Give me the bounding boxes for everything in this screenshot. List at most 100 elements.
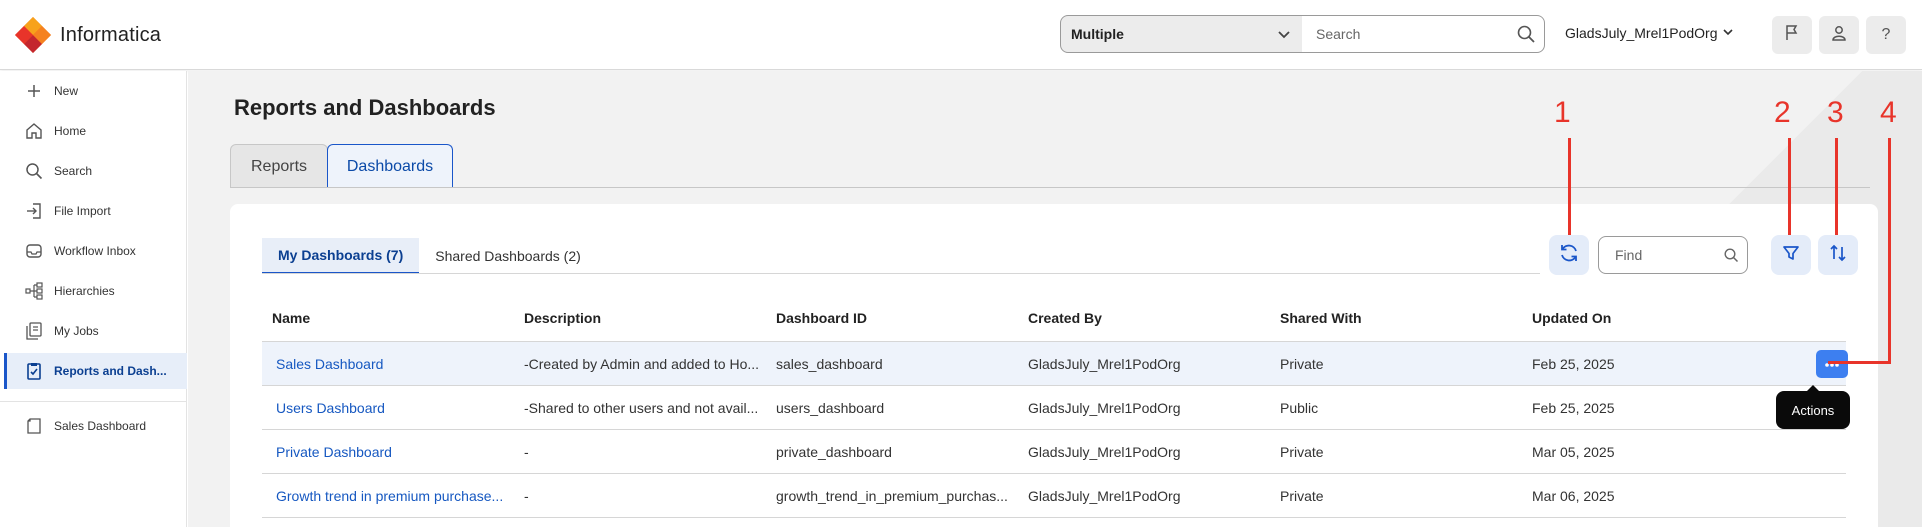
scope-value: Multiple xyxy=(1071,26,1124,42)
sidebar-item-label: File Import xyxy=(54,204,111,218)
table-row[interactable]: Sales Dashboard -Created by Admin and ad… xyxy=(262,342,1848,386)
file-import-icon xyxy=(24,201,44,221)
sidebar-item-file-import[interactable]: File Import xyxy=(4,193,187,229)
annotation-number: 4 xyxy=(1880,96,1897,129)
sidebar-item-label: Workflow Inbox xyxy=(54,244,136,258)
dashboards-table: Name Description Dashboard ID Created By… xyxy=(262,294,1848,518)
dashboard-created-by: GladsJuly_Mrel1PodOrg xyxy=(1028,399,1181,416)
hierarchy-icon xyxy=(24,281,44,301)
dashboard-created-by: GladsJuly_Mrel1PodOrg xyxy=(1028,443,1181,460)
column-header-dashboard-id[interactable]: Dashboard ID xyxy=(766,310,1018,326)
dashboard-shared-with: Private xyxy=(1280,443,1324,460)
dashboard-name-link[interactable]: Private Dashboard xyxy=(262,444,514,460)
flag-icon xyxy=(1783,24,1801,47)
dashboard-created-by: GladsJuly_Mrel1PodOrg xyxy=(1028,487,1181,504)
annotation-line xyxy=(1568,138,1571,235)
dashboard-name-link[interactable]: Growth trend in premium purchase... xyxy=(262,488,514,504)
tab-dashboards[interactable]: Dashboards xyxy=(327,144,453,188)
table-row[interactable]: Growth trend in premium purchase... - gr… xyxy=(262,474,1846,518)
sidebar-item-label: New xyxy=(54,84,79,98)
annotation-number: 2 xyxy=(1774,96,1791,129)
annotation-line xyxy=(1888,138,1891,364)
dashboard-icon xyxy=(24,416,44,436)
home-icon xyxy=(24,121,44,141)
chevron-down-icon xyxy=(1722,25,1734,41)
sidebar-item-label: Hierarchies xyxy=(54,284,115,298)
sidebar-item-new[interactable]: New xyxy=(4,73,187,109)
dashboard-updated-on: Mar 05, 2025 xyxy=(1532,443,1615,460)
refresh-icon xyxy=(1558,242,1580,269)
subtabs-divider xyxy=(262,273,1540,274)
tab-reports[interactable]: Reports xyxy=(230,144,328,188)
column-header-updated-on[interactable]: Updated On xyxy=(1522,310,1782,326)
help-button[interactable]: ? xyxy=(1866,16,1906,54)
dashboard-name-link[interactable]: Sales Dashboard xyxy=(262,356,514,372)
annotation-number: 3 xyxy=(1827,96,1844,129)
dashboard-id: sales_dashboard xyxy=(776,355,883,372)
table-header: Name Description Dashboard ID Created By… xyxy=(262,294,1846,342)
sort-icon xyxy=(1828,243,1848,268)
global-search-input[interactable]: Search xyxy=(1302,15,1545,53)
app-logo[interactable]: Informatica xyxy=(14,16,161,54)
sidebar-item-label: Home xyxy=(54,124,87,138)
flag-button[interactable] xyxy=(1772,16,1812,54)
scope-dropdown[interactable]: Multiple xyxy=(1060,15,1303,53)
user-icon xyxy=(1830,24,1848,47)
annotation-line xyxy=(1788,138,1791,235)
sort-button[interactable] xyxy=(1818,235,1858,275)
table-row[interactable]: Users Dashboard -Shared to other users a… xyxy=(262,386,1846,430)
dashboard-updated-on: Mar 06, 2025 xyxy=(1532,487,1615,504)
dashboard-id: growth_trend_in_premium_purchas... xyxy=(776,487,1008,504)
find-input[interactable]: Find xyxy=(1598,236,1748,274)
actions-tooltip: Actions xyxy=(1776,385,1850,429)
subtab-my-dashboards[interactable]: My Dashboards (7) xyxy=(262,238,420,274)
sidebar-item-label: Sales Dashboard xyxy=(54,419,147,433)
dashboard-shared-with: Private xyxy=(1280,487,1324,504)
inbox-icon xyxy=(24,241,44,261)
dashboard-created-by: GladsJuly_Mrel1PodOrg xyxy=(1028,355,1181,372)
refresh-button[interactable] xyxy=(1549,235,1589,275)
sidebar-item-home[interactable]: Home xyxy=(4,113,187,149)
search-icon xyxy=(1723,247,1739,266)
dashboard-shared-with: Private xyxy=(1280,355,1324,372)
column-header-created-by[interactable]: Created By xyxy=(1018,310,1270,326)
filter-icon xyxy=(1781,243,1801,268)
find-placeholder: Find xyxy=(1615,247,1643,263)
sidebar-item-label: Search xyxy=(54,164,93,178)
sidebar-item-my-jobs[interactable]: My Jobs xyxy=(4,313,187,349)
sidebar-item-reports-and-dashboards[interactable]: Reports and Dash... xyxy=(4,353,187,389)
sidebar-divider xyxy=(0,401,187,402)
sidebar-item-workflow-inbox[interactable]: Workflow Inbox xyxy=(4,233,187,269)
sidebar-item-search[interactable]: Search xyxy=(4,153,187,189)
reports-icon xyxy=(24,361,44,381)
column-header-name[interactable]: Name xyxy=(262,310,514,326)
column-header-description[interactable]: Description xyxy=(514,310,766,326)
dashboard-id: users_dashboard xyxy=(776,399,885,416)
subtab-shared-dashboards[interactable]: Shared Dashboards (2) xyxy=(419,238,597,274)
app-name: Informatica xyxy=(60,23,162,46)
annotation-number: 1 xyxy=(1554,96,1571,129)
sidebar-item-hierarchies[interactable]: Hierarchies xyxy=(4,273,187,309)
informatica-logo-icon xyxy=(14,16,52,54)
help-icon: ? xyxy=(1881,26,1891,43)
org-name: GladsJuly_Mrel1PodOrg xyxy=(1565,25,1718,41)
plus-icon xyxy=(24,81,44,101)
dashboard-shared-with: Public xyxy=(1280,399,1319,416)
table-row[interactable]: Private Dashboard - private_dashboard Gl… xyxy=(262,430,1846,474)
search-icon[interactable] xyxy=(1516,24,1536,47)
dashboards-card: My Dashboards (7) Shared Dashboards (2) … xyxy=(230,204,1878,527)
sidebar-item-sales-dashboard[interactable]: Sales Dashboard xyxy=(4,408,187,444)
dashboard-description: -Created by Admin and added to Ho... xyxy=(524,355,760,372)
user-profile-button[interactable] xyxy=(1819,16,1859,54)
row-actions-button[interactable] xyxy=(1816,350,1848,378)
subtab-bar: My Dashboards (7) Shared Dashboards (2) xyxy=(262,238,597,274)
filter-button[interactable] xyxy=(1771,235,1811,275)
dashboard-description: - xyxy=(524,487,529,504)
column-header-shared-with[interactable]: Shared With xyxy=(1270,310,1522,326)
dashboard-name-link[interactable]: Users Dashboard xyxy=(262,400,514,416)
dashboard-id: private_dashboard xyxy=(776,443,892,460)
page-title: Reports and Dashboards xyxy=(234,95,496,120)
annotation-line xyxy=(1835,138,1838,235)
org-switcher[interactable]: GladsJuly_Mrel1PodOrg xyxy=(1565,25,1734,41)
tabs-divider xyxy=(230,187,1870,188)
